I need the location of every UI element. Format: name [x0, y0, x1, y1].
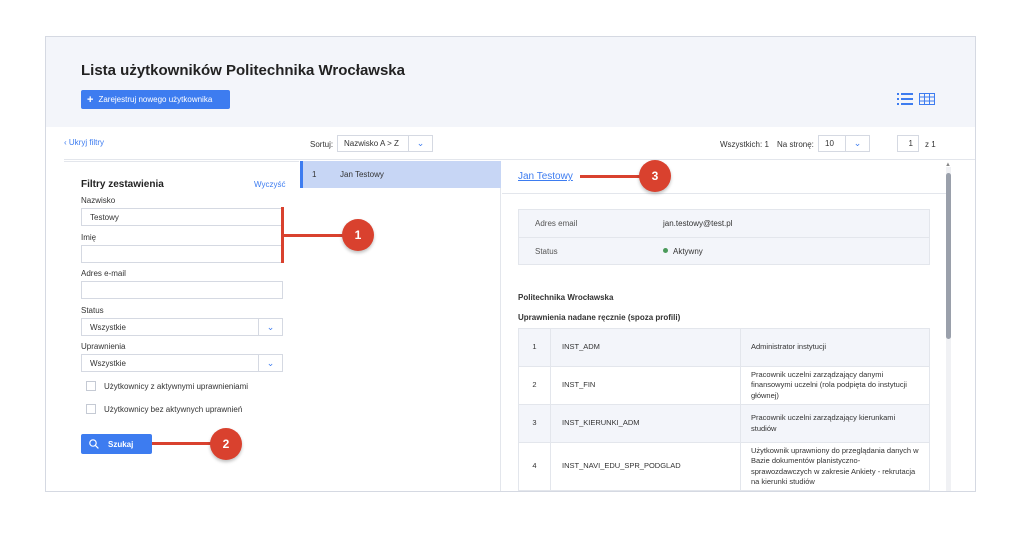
page-number-input[interactable]: 1 — [897, 135, 919, 152]
firstname-label: Imię — [81, 233, 97, 242]
status-select-value: Wszystkie — [90, 322, 126, 332]
chevron-down-icon: ⌄ — [408, 136, 432, 151]
status-key: Status — [535, 247, 558, 256]
table-row: 1 INST_ADM Administrator instytucji — [518, 328, 930, 367]
hide-filters-link[interactable]: ‹ Ukryj filtry — [64, 138, 104, 147]
detail-scrollbar[interactable] — [946, 167, 951, 491]
perm-num: 1 — [518, 328, 551, 367]
email-label: Adres e-mail — [81, 269, 126, 278]
plus-icon: + — [87, 93, 94, 106]
chevron-down-icon: ⌄ — [258, 355, 282, 371]
status-value: Aktywny — [663, 247, 703, 256]
list-toolbar: ‹ Ukryj filtry Sortuj: Nazwisko A > Z ⌄ … — [64, 127, 975, 160]
scrollbar-thumb[interactable] — [946, 173, 951, 339]
annotation-badge-2: 2 — [210, 428, 242, 460]
email-input[interactable] — [81, 281, 283, 299]
search-button-label: Szukaj — [108, 439, 134, 449]
surname-label: Nazwisko — [81, 196, 116, 205]
list-view-icon[interactable] — [897, 93, 913, 105]
app-window: Lista użytkowników Politechnika Wrocławs… — [45, 36, 976, 492]
perm-desc: Pracownik uczelni zarządzający kierunkam… — [740, 404, 930, 443]
search-icon — [89, 439, 99, 449]
permissions-select[interactable]: Wszystkie ⌄ — [81, 354, 283, 372]
sort-value: Nazwisko A > Z — [344, 139, 399, 148]
register-user-label: Zarejestruj nowego użytkownika — [98, 95, 213, 104]
page-header: Lista użytkowników Politechnika Wrocławs… — [46, 37, 975, 127]
search-button[interactable]: Szukaj — [81, 434, 152, 454]
annotation-badge-1: 1 — [342, 219, 374, 251]
clear-filters-link[interactable]: Wyczyść — [254, 180, 285, 189]
status-dot-icon — [663, 248, 668, 253]
checkbox-box[interactable] — [86, 404, 96, 414]
firstname-input[interactable] — [81, 245, 283, 263]
perm-num: 2 — [518, 366, 551, 405]
table-row: 4 INST_NAVI_EDU_SPR_PODGLAD Użytkownik u… — [518, 442, 930, 491]
page-total: z 1 — [925, 140, 936, 149]
sort-select[interactable]: Nazwisko A > Z ⌄ — [337, 135, 433, 152]
permissions-table: 1 INST_ADM Administrator instytucji 2 IN… — [518, 328, 930, 491]
table-row: 3 INST_KIERUNKI_ADM Pracownik uczelni za… — [518, 404, 930, 443]
table-view-icon[interactable] — [919, 93, 935, 105]
list-item-name: Jan Testowy — [340, 170, 384, 179]
list-item[interactable]: 1 Jan Testowy — [300, 161, 501, 188]
annotation-line-1 — [283, 234, 344, 237]
list-item-number: 1 — [312, 170, 317, 179]
filters-title: Filtry zestawienia — [81, 179, 164, 190]
email-value: jan.testowy@test.pl — [663, 219, 733, 228]
user-detail-panel: Jan Testowy Adres email jan.testowy@test… — [502, 161, 975, 491]
per-page-select[interactable]: 10 ⌄ — [818, 135, 870, 152]
total-count: Wszystkich: 1 — [720, 140, 769, 149]
email-row: Adres email jan.testowy@test.pl — [519, 210, 929, 237]
divider — [502, 193, 950, 194]
page-title: Lista użytkowników Politechnika Wrocławs… — [81, 62, 405, 79]
user-info-box: Adres email jan.testowy@test.pl Status A… — [518, 209, 930, 265]
register-user-button[interactable]: + Zarejestruj nowego użytkownika — [81, 90, 230, 109]
view-switcher — [897, 93, 935, 105]
table-row: 2 INST_FIN Pracownik uczelni zarządzając… — [518, 366, 930, 405]
status-row: Status Aktywny — [519, 237, 929, 264]
no-permissions-label: Użytkownicy bez aktywnych uprawnień — [104, 404, 243, 414]
chevron-down-icon: ⌄ — [258, 319, 282, 335]
institution-name: Politechnika Wrocławska — [518, 293, 614, 302]
status-text: Aktywny — [673, 247, 703, 256]
active-permissions-checkbox[interactable]: Użytkownicy z aktywnymi uprawnieniami — [86, 381, 248, 391]
no-permissions-checkbox[interactable]: Użytkownicy bez aktywnych uprawnień — [86, 404, 242, 414]
status-select[interactable]: Wszystkie ⌄ — [81, 318, 283, 336]
perm-desc: Pracownik uczelni zarządzający danymi fi… — [740, 366, 930, 405]
perm-desc: Użytkownik uprawniony do przeglądania da… — [740, 442, 930, 491]
sort-label: Sortuj: — [310, 140, 334, 149]
user-name-link[interactable]: Jan Testowy — [518, 171, 573, 182]
perm-code: INST_ADM — [550, 328, 741, 367]
perm-code: INST_KIERUNKI_ADM — [550, 404, 741, 443]
perm-code: INST_FIN — [550, 366, 741, 405]
email-key: Adres email — [535, 219, 578, 228]
per-page-label: Na stronę: — [777, 140, 814, 149]
results-list: 1 Jan Testowy — [300, 161, 501, 491]
per-page-value: 10 — [825, 139, 834, 148]
hide-filters-label: Ukryj filtry — [68, 138, 104, 147]
status-label: Status — [81, 306, 104, 315]
permissions-title: Uprawnienia nadane ręcznie (spoza profil… — [518, 313, 681, 322]
active-permissions-label: Użytkownicy z aktywnymi uprawnieniami — [104, 381, 249, 391]
perm-num: 4 — [518, 442, 551, 491]
permissions-label: Uprawnienia — [81, 342, 126, 351]
checkbox-box[interactable] — [86, 381, 96, 391]
perm-desc: Administrator instytucji — [740, 328, 930, 367]
annotation-line-2 — [152, 442, 212, 445]
annotation-line-3 — [580, 175, 640, 178]
permissions-select-value: Wszystkie — [90, 358, 126, 368]
chevron-down-icon: ⌄ — [845, 136, 869, 151]
perm-code: INST_NAVI_EDU_SPR_PODGLAD — [550, 442, 741, 491]
surname-input[interactable]: Testowy — [81, 208, 283, 226]
perm-num: 3 — [518, 404, 551, 443]
annotation-badge-3: 3 — [639, 160, 671, 192]
